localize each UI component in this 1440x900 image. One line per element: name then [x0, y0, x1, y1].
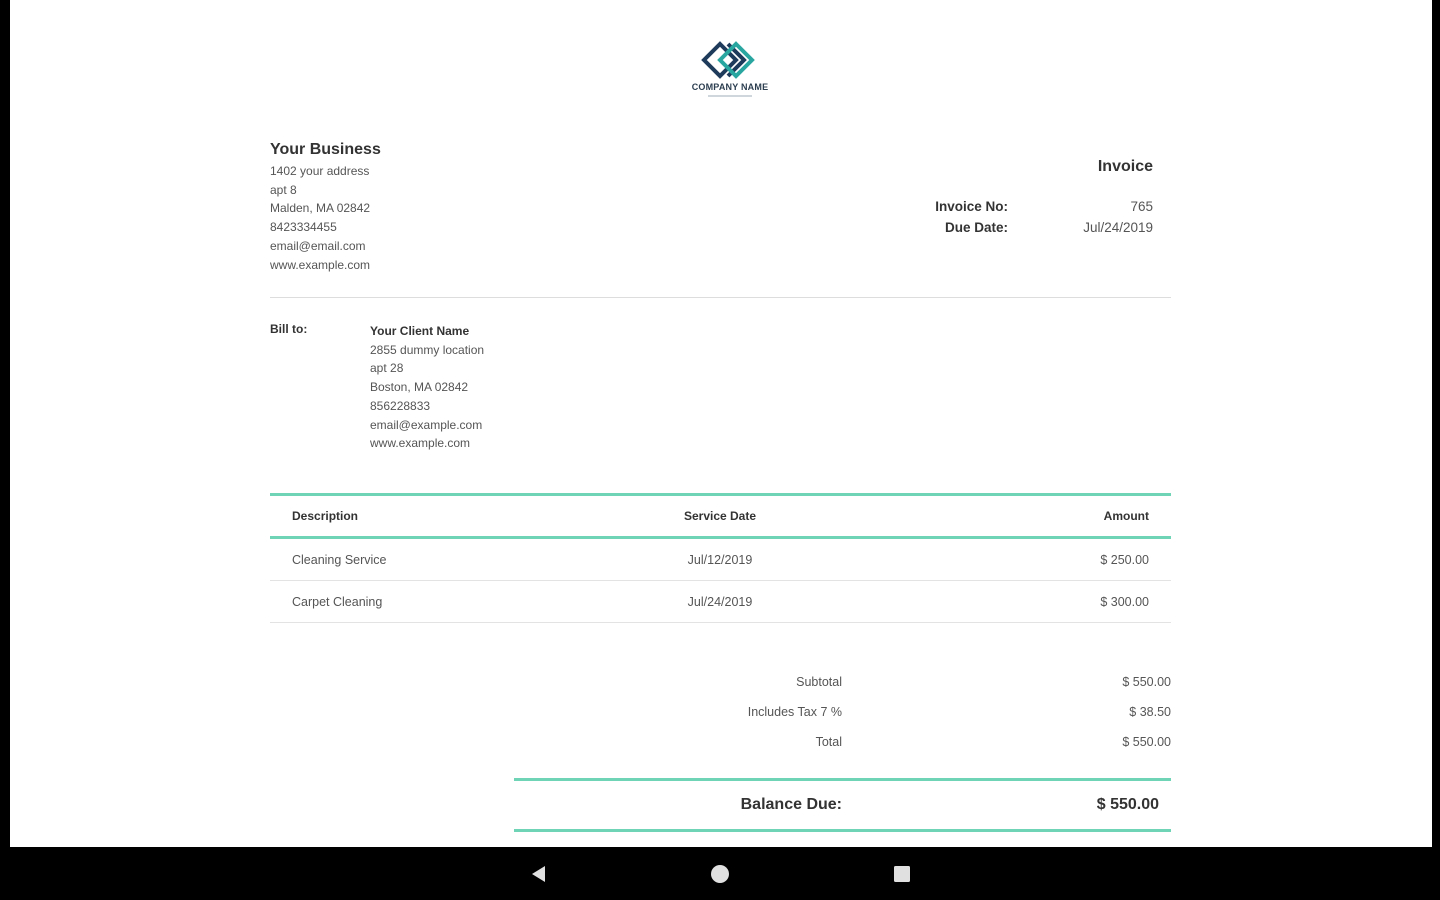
- header-divider: [270, 297, 1171, 298]
- total-row: Total $ 550.00: [514, 727, 1171, 757]
- header-description: Description: [292, 509, 359, 523]
- back-button[interactable]: [526, 861, 552, 887]
- table-row: Carpet Cleaning Jul/24/2019 $ 300.00: [270, 581, 1171, 623]
- company-logo: COMPANY NAME: [686, 40, 774, 106]
- total-value: $ 550.00: [1122, 735, 1171, 749]
- row-service-date: Jul/12/2019: [687, 552, 753, 567]
- invoice-title: Invoice: [1097, 158, 1153, 175]
- row-amount: $ 300.00: [1100, 594, 1149, 609]
- tax-row: Includes Tax 7 % $ 38.50: [514, 697, 1171, 727]
- business-city: Malden, MA 02842: [270, 201, 371, 216]
- table-header: Description Service Date Amount: [270, 493, 1171, 539]
- invoice-number-label: Invoice No:: [935, 199, 1008, 214]
- row-description: Carpet Cleaning: [292, 594, 383, 609]
- android-navigation-bar: [0, 847, 1440, 900]
- recents-button[interactable]: [889, 861, 915, 887]
- logo-company-name: COMPANY NAME: [691, 82, 769, 92]
- balance-due: Balance Due: $ 550.00: [514, 778, 1171, 832]
- client-phone: 856228833: [370, 398, 431, 413]
- due-date-value: Jul/24/2019: [1083, 220, 1153, 235]
- client-name: Your Client Name: [370, 324, 470, 338]
- totals-summary: Subtotal $ 550.00 Includes Tax 7 % $ 38.…: [514, 667, 1171, 757]
- total-label: Total: [815, 735, 842, 749]
- business-website: www.example.com: [270, 257, 371, 272]
- business-info: Your Business 1402 your address apt 8 Ma…: [270, 141, 570, 274]
- home-button[interactable]: [707, 861, 733, 887]
- client-website: www.example.com: [370, 436, 471, 451]
- subtotal-row: Subtotal $ 550.00: [514, 667, 1171, 697]
- recents-square-icon: [894, 866, 910, 882]
- bill-to-label: Bill to:: [270, 322, 308, 336]
- logo-tagline: [708, 95, 752, 97]
- business-email: email@email.com: [270, 238, 366, 253]
- balance-due-label: Balance Due:: [740, 796, 842, 813]
- company-logo-icon: [701, 41, 755, 79]
- subtotal-label: Subtotal: [796, 675, 842, 689]
- balance-due-value: $ 550.00: [1096, 796, 1159, 813]
- business-name: Your Business: [270, 141, 381, 158]
- invoice-document: COMPANY NAME Your Business 1402 your add…: [10, 0, 1432, 847]
- back-triangle-icon: [532, 866, 545, 882]
- tax-value: $ 38.50: [1129, 705, 1171, 719]
- subtotal-value: $ 550.00: [1122, 675, 1171, 689]
- table-row: Cleaning Service Jul/12/2019 $ 250.00: [270, 539, 1171, 581]
- invoice-number-value: 765: [1130, 199, 1153, 214]
- row-amount: $ 250.00: [1100, 552, 1149, 567]
- due-date-label: Due Date:: [944, 220, 1008, 235]
- row-description: Cleaning Service: [292, 552, 387, 567]
- device-screen: COMPANY NAME Your Business 1402 your add…: [0, 0, 1440, 900]
- invoice-meta: Invoice No: 765 Due Date: Jul/24/2019: [890, 199, 1153, 241]
- business-address-2: apt 8: [270, 182, 297, 197]
- invoice-number-row: Invoice No: 765: [890, 199, 1153, 220]
- business-address: 1402 your address: [270, 164, 370, 178]
- client-address: 2855 dummy location: [370, 342, 485, 357]
- header-amount: Amount: [1103, 509, 1149, 523]
- row-service-date: Jul/24/2019: [687, 594, 753, 609]
- due-date-row: Due Date: Jul/24/2019: [890, 220, 1153, 241]
- client-email: email@example.com: [370, 417, 483, 432]
- line-items-table: Description Service Date Amount Cleaning…: [270, 493, 1171, 623]
- header-service-date: Service Date: [683, 509, 757, 523]
- tax-label: Includes Tax 7 %: [747, 705, 842, 719]
- client-address-2: apt 28: [370, 361, 404, 376]
- client-city: Boston, MA 02842: [370, 380, 469, 395]
- home-circle-icon: [711, 865, 729, 883]
- client-info: Your Client Name 2855 dummy location apt…: [370, 322, 670, 453]
- business-phone: 8423334455: [270, 220, 337, 235]
